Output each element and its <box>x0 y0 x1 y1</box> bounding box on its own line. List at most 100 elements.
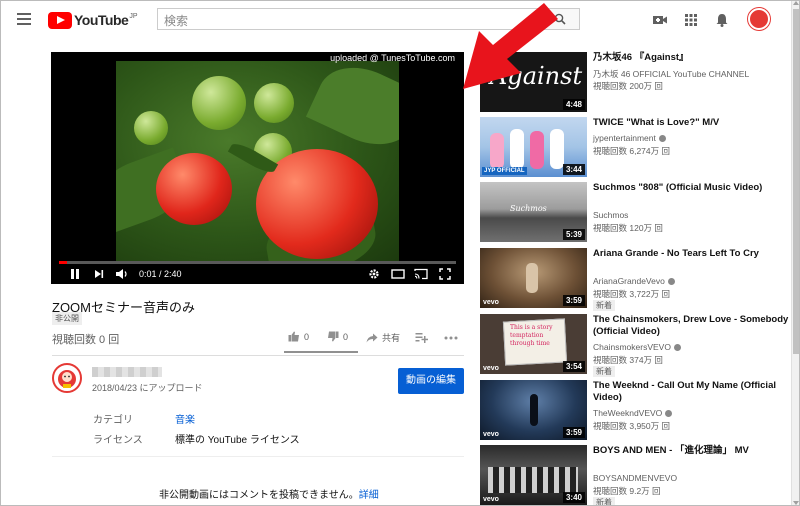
license-value: 標準の YouTube ライセンス <box>175 435 300 446</box>
cast-icon[interactable] <box>414 268 428 280</box>
volume-icon[interactable] <box>115 268 129 280</box>
recommended-views: 視聴回数 3,722万 回 <box>593 289 670 299</box>
hamburger-menu-icon[interactable] <box>17 13 31 25</box>
youtube-logo[interactable]: YouTube JP <box>48 11 137 29</box>
category-link[interactable]: 音楽 <box>175 411 195 426</box>
channel-name: jypentertainment <box>593 133 656 143</box>
share-arrow-icon <box>366 333 378 342</box>
recommended-channel[interactable]: Suchmos <box>593 210 628 220</box>
vevo-logo: vevo <box>483 299 499 306</box>
channel-name: ArianaGrandeVevo <box>593 276 665 286</box>
recommended-title[interactable]: Ariana Grande - No Tears Left To Cry <box>593 248 789 260</box>
category-label: カテゴリ <box>93 415 133 426</box>
comments-disabled-notice: 非公開動画にはコメントを投稿できません。詳細 <box>159 486 379 501</box>
top-bar: YouTube JP 検索 <box>1 1 791 39</box>
video-thumbnail[interactable]: vevo 3:59 <box>480 380 587 440</box>
video-thumbnail[interactable]: vevo 3:40 <box>480 445 587 505</box>
next-icon[interactable] <box>93 268 105 280</box>
thumbnail-label: JYP OFFICIAL <box>482 167 527 175</box>
recommended-title[interactable]: The Weeknd - Call Out My Name (Official … <box>593 380 789 404</box>
channel-name: TheWeekndVEVO <box>593 408 663 418</box>
vevo-logo: vevo <box>483 431 499 438</box>
video-thumbnail[interactable]: This is a story temptation through time ve… <box>480 314 587 374</box>
create-video-icon[interactable] <box>652 12 668 28</box>
scrollbar-thumb[interactable] <box>793 9 799 354</box>
pause-icon[interactable] <box>69 268 81 280</box>
dislike-button[interactable]: 0 <box>327 331 348 342</box>
verified-icon <box>673 344 681 352</box>
more-options-icon[interactable] <box>444 336 458 340</box>
duration-badge: 3:44 <box>562 164 585 175</box>
logo-text: YouTube <box>74 12 129 28</box>
divider <box>52 456 464 457</box>
recommended-channel[interactable]: ArianaGrandeVevo <box>593 276 675 286</box>
divider <box>52 355 464 356</box>
recommended-views: 視聴回数 9.2万 回 <box>593 486 661 496</box>
video-thumbnail[interactable]: Suchmos 5:39 <box>480 182 587 242</box>
new-badge: 新着 <box>593 497 615 505</box>
recommended-channel[interactable]: ChainsmokersVEVO <box>593 342 681 352</box>
thumbs-down-icon <box>328 331 339 342</box>
video-thumbnail[interactable]: JYP OFFICIAL 3:44 <box>480 117 587 177</box>
duration-badge: 5:39 <box>562 229 585 240</box>
thumbnail-title-text: Suchmos <box>510 204 547 213</box>
recommended-video[interactable]: vevo 3:40 BOYS AND MEN - 「進化理論」 MV BOYSA… <box>480 445 790 505</box>
progress-bar-played <box>59 261 67 264</box>
recommended-channel[interactable]: 乃木坂 46 OFFICIAL YouTube CHANNEL <box>593 68 749 80</box>
youtube-play-icon <box>48 11 72 29</box>
progress-bar[interactable] <box>59 261 456 264</box>
scroll-up-arrow-icon[interactable] <box>793 1 799 5</box>
video-player[interactable]: uploaded @ TunesToTube.com 0:01 / 2:40 <box>51 52 464 284</box>
vevo-logo: vevo <box>483 496 499 503</box>
notifications-bell-icon[interactable] <box>714 12 730 28</box>
recommended-title[interactable]: Suchmos "808" (Official Music Video) <box>593 182 789 194</box>
verified-icon <box>658 135 666 143</box>
details-link[interactable]: 詳細 <box>359 490 379 501</box>
share-label: 共有 <box>382 333 401 343</box>
recommended-channel[interactable]: BOYSANDMENVEVO <box>593 473 677 483</box>
like-button[interactable]: 0 <box>288 331 309 342</box>
logo-region: JP <box>129 12 138 20</box>
recommended-video[interactable]: JYP OFFICIAL 3:44 TWICE "What is Love?" … <box>480 117 790 179</box>
edit-video-button[interactable]: 動画の編集 <box>398 368 464 394</box>
duration-badge: 3:40 <box>562 492 585 503</box>
fullscreen-icon[interactable] <box>439 268 451 280</box>
recommended-views: 視聴回数 200万 回 <box>593 81 663 91</box>
scroll-down-arrow-icon[interactable] <box>793 501 799 505</box>
privacy-badge: 非公開 <box>52 312 82 325</box>
view-count: 視聴回数 0 回 <box>52 334 120 346</box>
recommended-title[interactable]: BOYS AND MEN - 「進化理論」 MV <box>593 445 789 457</box>
channel-name: ChainsmokersVEVO <box>593 342 671 352</box>
recommended-title[interactable]: TWICE "What is Love?" M/V <box>593 117 789 129</box>
theater-mode-icon[interactable] <box>391 268 405 280</box>
channel-avatar[interactable] <box>52 363 82 393</box>
recommended-views: 視聴回数 6,274万 回 <box>593 146 670 156</box>
time-display: 0:01 / 2:40 <box>139 269 182 279</box>
thumbs-up-icon <box>288 331 299 342</box>
account-avatar[interactable] <box>748 8 770 30</box>
share-button[interactable]: 共有 <box>366 331 400 344</box>
apps-grid-icon[interactable] <box>683 12 699 28</box>
recommended-views: 視聴回数 374万 回 <box>593 355 663 365</box>
player-controls: 0:01 / 2:40 <box>51 266 464 284</box>
settings-gear-icon[interactable] <box>368 268 380 280</box>
annotation-arrow-icon <box>463 3 558 89</box>
recommended-video[interactable]: vevo 3:59 Ariana Grande - No Tears Left … <box>480 248 790 311</box>
youtube-watch-page: YouTube JP 検索 uploaded @ TunesToTube.com… <box>0 0 800 506</box>
like-ratio-bar <box>284 351 358 353</box>
recommended-video[interactable]: vevo 3:59 The Weeknd - Call Out My Name … <box>480 380 790 442</box>
add-to-playlist-icon[interactable] <box>415 332 428 343</box>
recommended-channel[interactable]: TheWeekndVEVO <box>593 408 673 418</box>
duration-badge: 3:59 <box>562 295 585 306</box>
recommended-video[interactable]: Suchmos 5:39 Suchmos "808" (Official Mus… <box>480 182 790 244</box>
page-scrollbar[interactable] <box>791 1 799 505</box>
new-badge: 新着 <box>593 366 615 377</box>
recommended-title[interactable]: 乃木坂46 『Against』 <box>593 52 789 64</box>
recommended-video[interactable]: This is a story temptation through time ve… <box>480 314 790 377</box>
video-thumbnail[interactable]: vevo 3:59 <box>480 248 587 308</box>
recommended-channel[interactable]: jypentertainment <box>593 133 666 143</box>
verified-icon <box>667 278 675 286</box>
recommended-title[interactable]: The Chainsmokers, Drew Love - Somebody (… <box>593 314 789 338</box>
channel-name-blurred[interactable] <box>92 367 162 377</box>
duration-badge: 4:48 <box>562 99 585 110</box>
